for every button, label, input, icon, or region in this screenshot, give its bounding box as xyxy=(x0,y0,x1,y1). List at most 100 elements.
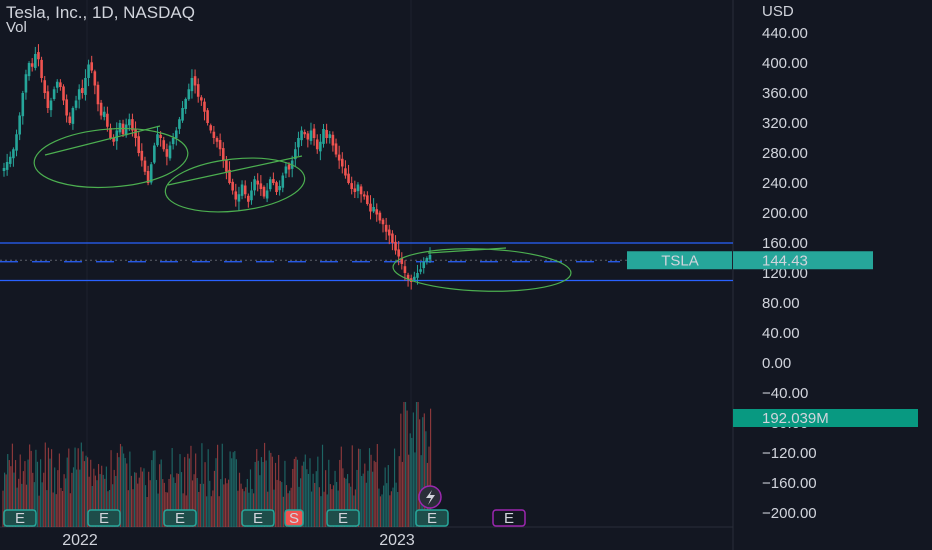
volume-bar xyxy=(406,410,408,527)
volume-bar xyxy=(317,456,319,527)
y-tick-label: 360.00 xyxy=(762,85,808,102)
candle-body xyxy=(200,97,203,101)
volume-bar xyxy=(393,448,396,527)
candle-body xyxy=(287,164,291,170)
volume-bar xyxy=(201,443,203,527)
volume-bar xyxy=(315,471,317,527)
volume-bar xyxy=(229,451,231,527)
volume-bar xyxy=(397,491,399,527)
volume-bar xyxy=(141,471,143,527)
y-tick-label: −40.00 xyxy=(762,385,808,402)
volume-bar xyxy=(387,465,389,527)
volume-bar xyxy=(140,467,142,527)
volume-bar xyxy=(378,488,380,527)
volume-bar xyxy=(226,483,228,527)
volume-bar xyxy=(224,478,226,527)
candle-body xyxy=(62,86,65,101)
volume-bar xyxy=(204,462,206,527)
candle-body xyxy=(215,138,219,142)
volume-bar xyxy=(46,490,48,527)
volume-bar xyxy=(49,458,51,527)
volume-bar xyxy=(365,482,367,527)
volume-bar xyxy=(54,467,56,527)
volume-bar xyxy=(362,473,364,527)
volume-bar xyxy=(43,472,45,527)
price-chart[interactable]: E E E E S E E E USD 440.00 400.00 360.00 320.00 280.… xyxy=(0,0,932,550)
volume-bar xyxy=(143,468,145,527)
volume-bar xyxy=(220,479,222,527)
candle-body xyxy=(68,116,72,123)
candle-body xyxy=(391,233,394,243)
candle-body xyxy=(312,128,316,138)
volume-bar xyxy=(85,455,87,527)
y-tick-label: 320.00 xyxy=(762,115,808,132)
volume-bar xyxy=(408,454,410,527)
volume-bar xyxy=(121,446,123,527)
candle-body xyxy=(362,194,366,197)
volume-bar xyxy=(137,483,139,527)
volume-bar xyxy=(310,491,313,527)
candle-body xyxy=(303,132,307,135)
volume-bar xyxy=(209,480,211,527)
earnings-marker-label: S xyxy=(289,510,299,527)
volume-bar xyxy=(364,463,366,527)
candle-body xyxy=(375,209,379,215)
candle-body xyxy=(8,156,12,164)
candle-body xyxy=(168,145,172,159)
y-tick-label: 280.00 xyxy=(762,145,808,162)
volume-indicator-label[interactable]: Vol xyxy=(6,19,27,36)
volume-bar xyxy=(61,491,64,527)
candle-body xyxy=(84,78,87,95)
candle-body xyxy=(93,71,97,86)
volume-bar xyxy=(238,472,241,527)
volume-bar xyxy=(379,496,382,527)
candle-body xyxy=(259,183,263,189)
volume-bar xyxy=(151,460,153,527)
volume-bar xyxy=(66,457,68,527)
volume-bar xyxy=(68,448,70,527)
candle-body xyxy=(384,224,388,232)
volume-bar xyxy=(212,490,214,527)
candle-body xyxy=(381,219,385,225)
volume-bar xyxy=(415,402,418,527)
volume-bar xyxy=(133,472,136,527)
volume-bar xyxy=(218,496,220,527)
candle-body xyxy=(118,123,122,133)
candle-body xyxy=(218,140,222,150)
y-tick-label: 200.00 xyxy=(762,205,808,222)
volume-bar xyxy=(157,493,159,527)
candle-body xyxy=(156,134,159,146)
volume-bar xyxy=(383,485,385,527)
volume-bar xyxy=(367,470,369,527)
candle-body xyxy=(428,255,432,260)
y-tick-label: 440.00 xyxy=(762,25,808,42)
volume-bar xyxy=(404,402,407,527)
candle-body xyxy=(34,54,37,68)
candle-body xyxy=(378,212,382,221)
volume-bar xyxy=(318,487,320,527)
volume-bar xyxy=(323,491,325,527)
candle-body xyxy=(356,184,360,192)
volume-bar xyxy=(146,496,148,527)
candle-body xyxy=(237,194,241,202)
volume-bar xyxy=(320,496,322,527)
volume-bar xyxy=(160,459,162,527)
candle-body xyxy=(231,181,234,191)
candle-body xyxy=(102,111,106,118)
volume-bar xyxy=(237,490,239,527)
candle-body xyxy=(81,87,84,93)
y-tick-label: −200.00 xyxy=(762,505,817,522)
volume-bar xyxy=(138,477,140,527)
candle-body xyxy=(165,149,169,157)
volume-bar xyxy=(149,480,151,527)
candle-body xyxy=(21,93,25,117)
volume-bar xyxy=(390,491,393,527)
candle-body xyxy=(52,89,56,100)
volume-bar xyxy=(309,458,311,527)
candle-body xyxy=(87,64,90,78)
candle-body xyxy=(137,136,140,153)
candle-body xyxy=(134,128,137,138)
candle-body xyxy=(206,110,209,123)
candle-body xyxy=(124,124,128,136)
candle-body xyxy=(162,140,166,150)
